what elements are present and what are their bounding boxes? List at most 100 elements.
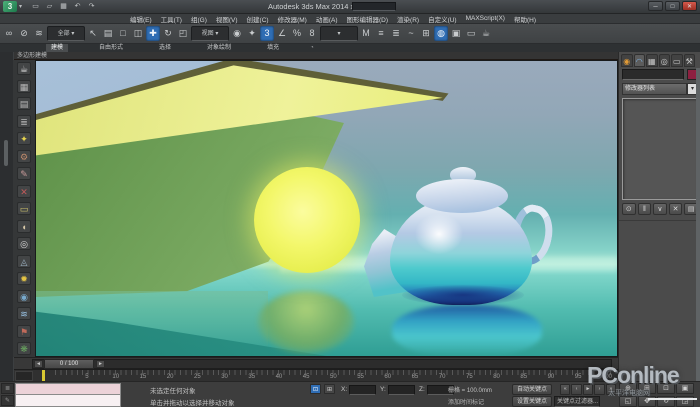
strip-waves-icon[interactable]: ≋: [17, 307, 31, 320]
menu-item[interactable]: 帮助(H): [514, 14, 536, 24]
app-logo[interactable]: 3: [3, 1, 17, 12]
strip-list-icon[interactable]: ▤: [17, 97, 31, 110]
modifier-stack-list[interactable]: [622, 98, 698, 200]
x-coordinate-field[interactable]: [349, 385, 376, 395]
tab-modify[interactable]: ◠: [634, 54, 646, 67]
named-selection-dropdown[interactable]: ▾: [320, 26, 358, 41]
make-unique-button[interactable]: ∨: [653, 203, 667, 215]
modifier-list-dropdown[interactable]: 修改器列表 ▾: [622, 83, 698, 95]
object-name-field[interactable]: [622, 69, 684, 80]
zoom-region-button[interactable]: ◱: [619, 396, 637, 407]
menu-item[interactable]: 图形编辑器(D): [347, 14, 389, 24]
rectangular-selection-region[interactable]: □: [116, 26, 130, 41]
tab-display[interactable]: ▭: [671, 54, 683, 67]
strip-globe-icon[interactable]: ◉: [17, 290, 31, 303]
tab-motion[interactable]: ◎: [659, 54, 671, 67]
tab-hierarchy[interactable]: ▦: [646, 54, 658, 67]
select-and-rotate[interactable]: ↻: [161, 26, 175, 41]
infocenter-search-input[interactable]: [352, 2, 396, 11]
viewport-render[interactable]: [35, 60, 618, 357]
macro-recorder-field[interactable]: [15, 383, 121, 395]
undo-icon[interactable]: ↶: [72, 1, 83, 12]
auto-key-button[interactable]: 自动关键点: [512, 384, 552, 395]
new-file-icon[interactable]: ▭: [30, 1, 41, 12]
strip-sun-icon[interactable]: ✹: [17, 272, 31, 285]
remove-modifier-button[interactable]: ✕: [669, 203, 683, 215]
menu-item[interactable]: 修改器(M): [278, 14, 307, 24]
snap-toggle-3d[interactable]: 3: [260, 26, 274, 41]
app-logo-dropdown-icon[interactable]: ▾: [19, 3, 22, 10]
glowing-sphere[interactable]: [254, 167, 360, 273]
strip-layers-icon[interactable]: ≣: [17, 115, 31, 128]
select-and-move[interactable]: ✚: [146, 26, 160, 41]
pin-stack-button[interactable]: ⊙: [622, 203, 636, 215]
next-frame-button[interactable]: ›: [594, 384, 604, 395]
bind-to-space-warp[interactable]: ≋: [32, 26, 46, 41]
strip-tool-icon[interactable]: ⚙: [17, 150, 31, 163]
mini-macro-icon[interactable]: ✎: [1, 395, 14, 406]
ribbon-tab-object-paint[interactable]: 对象绘制: [202, 44, 236, 52]
material-editor[interactable]: ◍: [434, 26, 448, 41]
close-button[interactable]: ✕: [682, 1, 697, 11]
use-pivot-point[interactable]: ◉: [230, 26, 244, 41]
show-end-result-button[interactable]: ‖: [638, 203, 652, 215]
window-crossing-toggle[interactable]: ◫: [131, 26, 145, 41]
zoom-extents-all-button[interactable]: ▣: [676, 383, 694, 394]
mini-listener-icon[interactable]: ≣: [1, 383, 14, 394]
panel-scrollbar[interactable]: [696, 68, 700, 381]
ribbon-config-icon[interactable]: ◔: [310, 45, 314, 51]
go-to-start-button[interactable]: «: [560, 384, 570, 395]
save-file-icon[interactable]: ▦: [58, 1, 69, 12]
menu-item[interactable]: 自定义(U): [428, 14, 457, 24]
strip-box-icon[interactable]: ▭: [17, 202, 31, 215]
spinner-snap-toggle[interactable]: 8: [305, 26, 319, 41]
select-and-manipulate[interactable]: ✦: [245, 26, 259, 41]
minimize-button[interactable]: ─: [648, 1, 663, 11]
menu-item[interactable]: MAXScript(X): [466, 15, 505, 22]
curve-editor[interactable]: ~: [404, 26, 418, 41]
menu-item[interactable]: 组(G): [191, 14, 207, 24]
unlink-selection[interactable]: ⊘: [17, 26, 31, 41]
polygon-modeling-label[interactable]: 多边形建模: [14, 52, 618, 60]
add-time-tag[interactable]: 添加时间标记: [448, 397, 484, 406]
strip-bulb-icon[interactable]: ✦: [17, 132, 31, 145]
strip-leaf-icon[interactable]: ❋: [17, 342, 31, 355]
menu-item[interactable]: 视图(V): [216, 14, 238, 24]
time-slider-track[interactable]: [32, 359, 612, 369]
strip-half-icon[interactable]: ◖: [17, 220, 31, 233]
chrome-teapot[interactable]: [364, 167, 550, 312]
menu-item[interactable]: 工具(T): [161, 14, 182, 24]
select-object[interactable]: ↖: [86, 26, 100, 41]
layer-manager[interactable]: ≣: [389, 26, 403, 41]
pan-button[interactable]: ✥: [638, 396, 656, 407]
strip-grid-icon[interactable]: ▦: [17, 80, 31, 93]
tab-utilities[interactable]: ⚒: [684, 54, 696, 67]
rendered-frame-window[interactable]: ▭: [464, 26, 478, 41]
selection-lock-toggle[interactable]: ⊡: [310, 384, 321, 394]
strip-eye-icon[interactable]: ◎: [17, 237, 31, 250]
render-setup[interactable]: ▣: [449, 26, 463, 41]
set-key-button[interactable]: 设置关键点: [512, 396, 552, 407]
strip-pencil-icon[interactable]: ✎: [17, 167, 31, 180]
mirror[interactable]: M: [359, 26, 373, 41]
maxscript-listener-field[interactable]: [15, 395, 121, 407]
ribbon-tab-populate[interactable]: 填充: [262, 44, 284, 52]
play-button[interactable]: ►: [583, 384, 593, 395]
reference-coordinate-dropdown[interactable]: 视图 ▾: [191, 26, 229, 41]
previous-frame-button[interactable]: ‹: [571, 384, 581, 395]
percent-snap-toggle[interactable]: %: [290, 26, 304, 41]
ribbon-tab-freeform[interactable]: 自由形式: [94, 44, 128, 52]
redo-icon[interactable]: ↷: [86, 1, 97, 12]
menu-item[interactable]: 动画(A): [316, 14, 338, 24]
maximize-button[interactable]: □: [665, 1, 680, 11]
strip-flag-icon[interactable]: ⚑: [17, 325, 31, 338]
dock-grip-handle[interactable]: [4, 140, 8, 166]
selection-filter-dropdown[interactable]: 全部 ▾: [47, 26, 85, 41]
select-and-scale[interactable]: ◰: [176, 26, 190, 41]
strip-delete-icon[interactable]: ✕: [17, 185, 31, 198]
schematic-view[interactable]: ⊞: [419, 26, 433, 41]
go-to-end-button[interactable]: »: [606, 384, 616, 395]
next-frame-arrow[interactable]: ►: [96, 360, 105, 368]
angle-snap-toggle[interactable]: ∠: [275, 26, 289, 41]
tab-create[interactable]: ◉: [621, 54, 633, 67]
